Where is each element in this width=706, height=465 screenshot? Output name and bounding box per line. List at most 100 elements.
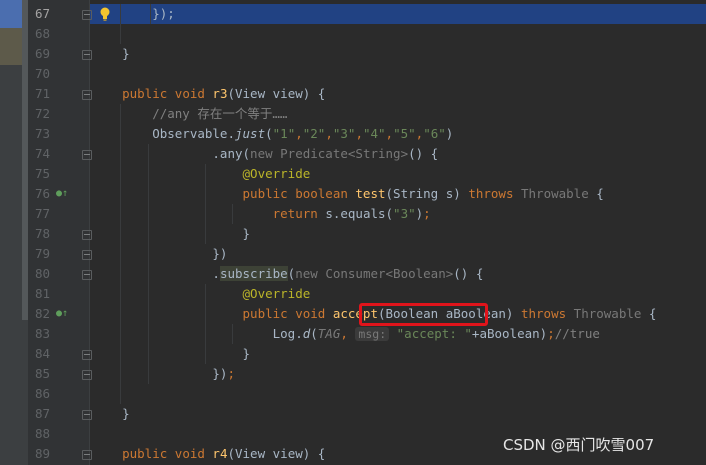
- fold-icon[interactable]: [82, 230, 92, 240]
- fold-icon[interactable]: [82, 450, 92, 460]
- fold-icon[interactable]: [82, 10, 92, 20]
- code-text: @Override: [92, 284, 311, 304]
- code-token: ,: [325, 126, 333, 141]
- code-line[interactable]: 76 ●↑ public boolean test(String s) throw…: [0, 184, 706, 204]
- code-line[interactable]: 74 .any(new Predicate<String>() {: [0, 144, 706, 164]
- code-line[interactable]: 72 //any 存在一个等于……: [0, 104, 706, 124]
- code-token: }: [92, 406, 130, 421]
- code-token: msg:: [355, 327, 390, 341]
- line-number: 78: [34, 226, 50, 241]
- code-token: return: [272, 206, 326, 221]
- code-text: .any(new Predicate<String>() {: [92, 144, 438, 164]
- code-text: Log.d(TAG, msg: "accept: "+aBoolean);//t…: [92, 324, 600, 344]
- code-token: ;: [547, 326, 555, 341]
- code-token: just: [235, 126, 266, 141]
- code-token: (: [310, 326, 318, 341]
- code-token: }): [92, 366, 228, 381]
- code-token: @Override: [242, 166, 311, 181]
- fold-icon[interactable]: [82, 270, 92, 280]
- code-text: }: [92, 404, 130, 424]
- code-text: .subscribe(new Consumer<Boolean>() {: [92, 264, 483, 284]
- code-line[interactable]: 83 Log.d(TAG, msg: "accept: "+aBoolean);…: [0, 324, 706, 344]
- line-number: 83: [34, 326, 50, 341]
- code-line[interactable]: 70: [0, 64, 706, 84]
- line-number: 74: [34, 146, 50, 161]
- fold-icon[interactable]: [82, 50, 92, 60]
- line-number: 67: [34, 6, 50, 21]
- line-number: 80: [34, 266, 50, 281]
- line-number: 76: [34, 186, 50, 201]
- code-line[interactable]: 78 }: [0, 224, 706, 244]
- code-editor[interactable]: 67 }); 68 69 } 70 71 public void r3(View vie…: [0, 0, 706, 465]
- fold-icon[interactable]: [82, 350, 92, 360]
- code-token: () {: [453, 266, 484, 281]
- line-number: 73: [34, 126, 50, 141]
- code-token: "3": [393, 206, 416, 221]
- code-line[interactable]: 67 });: [0, 4, 706, 24]
- code-token: (: [265, 126, 273, 141]
- highlight-box: [359, 303, 488, 326]
- code-line[interactable]: 77 return s.equals("3");: [0, 204, 706, 224]
- fold-icon[interactable]: [82, 250, 92, 260]
- code-line[interactable]: 84 }: [0, 344, 706, 364]
- fold-icon[interactable]: [82, 410, 92, 420]
- fold-icon[interactable]: [82, 370, 92, 380]
- code-line[interactable]: 82 ●↑ public void accept(Boolean aBoolean…: [0, 304, 706, 324]
- code-line[interactable]: 71 public void r3(View view) {: [0, 84, 706, 104]
- code-line[interactable]: 73 Observable.just("1","2","3","4","5","…: [0, 124, 706, 144]
- code-token: r4: [212, 446, 228, 461]
- code-token: test: [355, 186, 386, 201]
- code-token: }: [92, 346, 251, 361]
- line-number: 75: [34, 166, 50, 181]
- code-text: }: [92, 344, 251, 364]
- code-line[interactable]: 69 }: [0, 44, 706, 64]
- code-token: ,: [355, 126, 363, 141]
- code-token: throws: [520, 306, 574, 321]
- code-token: (View view) {: [227, 446, 326, 461]
- code-line[interactable]: 85 });: [0, 364, 706, 384]
- override-icon[interactable]: ●↑: [56, 304, 68, 324]
- code-line[interactable]: 75 @Override: [0, 164, 706, 184]
- code-token: //true: [554, 326, 600, 341]
- code-token: ,: [385, 126, 394, 141]
- code-token: Log.: [92, 326, 303, 341]
- line-number: 68: [34, 26, 50, 41]
- code-token: public void: [122, 446, 213, 461]
- code-token: new: [295, 266, 326, 281]
- code-line[interactable]: 86: [0, 384, 706, 404]
- line-number: 87: [34, 406, 50, 421]
- code-token: () {: [408, 146, 439, 161]
- line-number: 88: [34, 426, 50, 441]
- code-line[interactable]: 68: [0, 24, 706, 44]
- line-number: 72: [34, 106, 50, 121]
- code-text: return s.equals("3");: [92, 204, 431, 224]
- code-token: Observable.: [92, 126, 235, 141]
- code-line[interactable]: 81 @Override: [0, 284, 706, 304]
- code-text: }: [92, 44, 130, 64]
- code-line[interactable]: 79 }): [0, 244, 706, 264]
- code-token: +aBoolean): [471, 326, 548, 341]
- code-text: }): [92, 244, 227, 264]
- line-number: 79: [34, 246, 50, 261]
- code-token: });: [92, 6, 175, 21]
- code-token: "5": [393, 126, 416, 141]
- code-text: });: [92, 4, 175, 24]
- code-token: "3": [332, 126, 356, 141]
- code-token: .: [92, 266, 220, 281]
- code-text: public boolean test(String s) throws Thr…: [92, 184, 604, 204]
- line-number: 85: [34, 366, 50, 381]
- code-line[interactable]: 80 .subscribe(new Consumer<Boolean>() {: [0, 264, 706, 284]
- fold-icon[interactable]: [82, 150, 92, 160]
- override-icon[interactable]: ●↑: [56, 184, 68, 204]
- code-token: new: [250, 146, 281, 161]
- code-token: TAG: [317, 326, 341, 341]
- code-line[interactable]: 87 }: [0, 404, 706, 424]
- code-token: throws: [468, 186, 521, 201]
- fold-icon[interactable]: [82, 90, 92, 100]
